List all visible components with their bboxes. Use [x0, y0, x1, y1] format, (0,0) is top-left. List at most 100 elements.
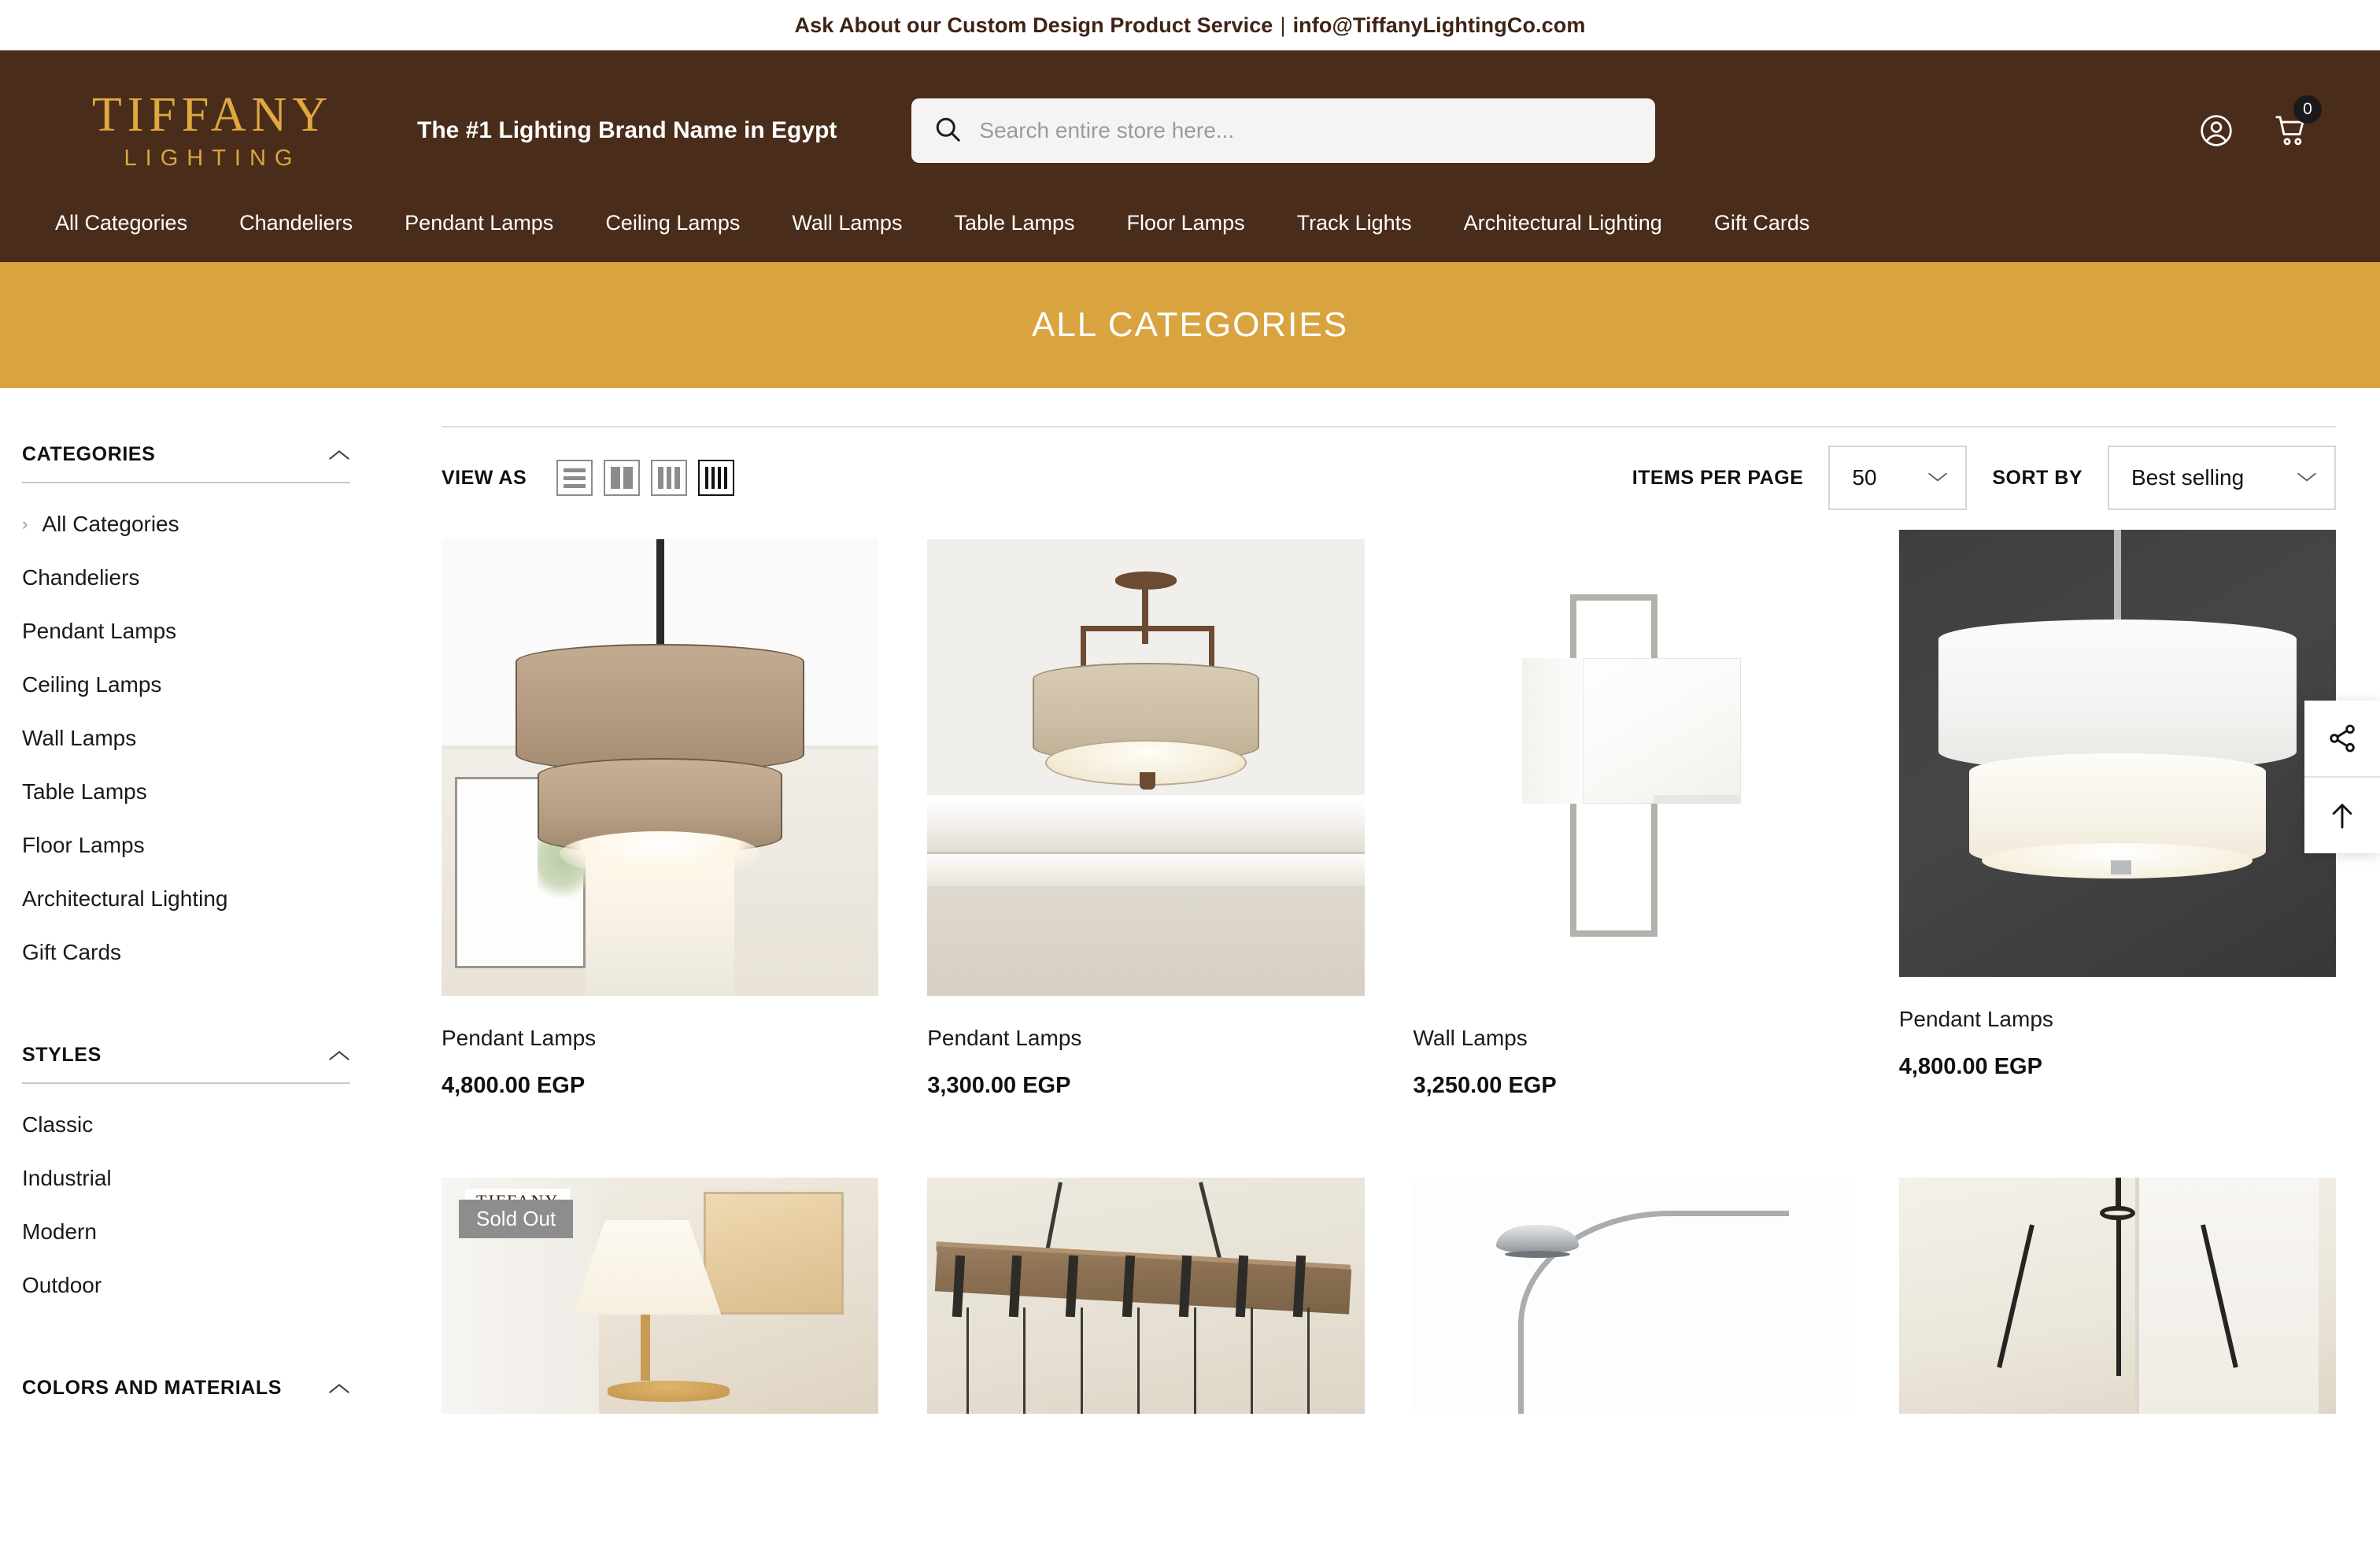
product-image[interactable]: TIFFANY Sold Out: [442, 1178, 879, 1414]
chevron-right-icon: ›: [22, 514, 28, 534]
arrow-up-icon[interactable]: [2304, 778, 2380, 853]
product-image[interactable]: [1898, 1178, 2336, 1414]
product-image[interactable]: [1898, 530, 2336, 977]
sidebar-item-table-lamps[interactable]: Table Lamps: [22, 765, 350, 819]
logo-subtitle: LIGHTING: [124, 145, 301, 171]
nav-item-track-lights[interactable]: Track Lights: [1271, 211, 1438, 235]
items-per-page-value: 50: [1852, 465, 1877, 490]
items-per-page-select[interactable]: 50: [1828, 446, 1968, 510]
product-card[interactable]: Pendant Lamps 4,800.00 EGP: [1898, 530, 2336, 1099]
cart-count-badge: 0: [2293, 95, 2322, 124]
page-title: ALL CATEGORIES: [1031, 305, 1349, 344]
chevron-down-icon: [1927, 468, 1948, 488]
nav-item-all-categories[interactable]: All Categories: [55, 211, 213, 235]
nav-item-gift-cards[interactable]: Gift Cards: [1688, 211, 1836, 235]
product-card[interactable]: Pendant Lamps 4,800.00 EGP: [442, 539, 879, 1099]
search-input[interactable]: [979, 118, 1634, 143]
filter-group-categories: CATEGORIES › All Categories Chandeliers …: [22, 426, 350, 979]
logo-title: TIFFANY: [91, 87, 334, 142]
styles-filter-header[interactable]: STYLES: [22, 1026, 350, 1067]
product-listing: VIEW AS ITEMS PER PAGE 50 SORT BY Best s…: [397, 388, 2380, 1414]
sort-by-select[interactable]: Best selling: [2108, 446, 2336, 510]
items-per-page-label: ITEMS PER PAGE: [1632, 466, 1804, 489]
colors-materials-filter-title: COLORS AND MATERIALS: [22, 1377, 283, 1399]
sidebar-item-chandeliers[interactable]: Chandeliers: [22, 551, 350, 605]
sidebar-item-gift-cards[interactable]: Gift Cards: [22, 926, 350, 979]
page-title-banner: ALL CATEGORIES: [0, 262, 2380, 388]
product-price: 3,300.00 EGP: [927, 1073, 1071, 1098]
nav-item-chandeliers[interactable]: Chandeliers: [213, 211, 379, 235]
status-badge: Sold Out: [459, 1200, 574, 1238]
nav-item-wall-lamps[interactable]: Wall Lamps: [766, 211, 928, 235]
pendant-lamp-beige-drum-image: [442, 539, 879, 996]
product-title[interactable]: Pendant Lamps: [1899, 1007, 2336, 1032]
colors-materials-filter-header[interactable]: COLORS AND MATERIALS: [22, 1359, 350, 1400]
product-card[interactable]: [1898, 1178, 2336, 1414]
header-icon-group: 0: [2199, 95, 2325, 149]
search-bar[interactable]: [911, 98, 1656, 163]
divider: [22, 1082, 350, 1084]
sidebar-item-modern[interactable]: Modern: [22, 1205, 350, 1259]
product-card[interactable]: Wall Lamps 3,250.00 EGP: [1413, 539, 1850, 1099]
filter-sidebar: CATEGORIES › All Categories Chandeliers …: [0, 388, 397, 1414]
product-image[interactable]: [442, 539, 879, 996]
sidebar-item-pendant-lamps[interactable]: Pendant Lamps: [22, 605, 350, 658]
product-grid-row-1: Pendant Lamps 4,800.00 EGP Pendant Lamps…: [442, 530, 2336, 1099]
sidebar-item-label: All Categories: [42, 512, 179, 536]
view-as-options: [556, 460, 735, 496]
product-title[interactable]: Wall Lamps: [1414, 1026, 1850, 1051]
nav-item-table-lamps[interactable]: Table Lamps: [928, 211, 1100, 235]
product-card[interactable]: [1413, 1178, 1850, 1414]
sidebar-item-floor-lamps[interactable]: Floor Lamps: [22, 819, 350, 872]
two-column-view-button[interactable]: [604, 460, 641, 496]
four-column-view-button[interactable]: [698, 460, 735, 496]
sidebar-item-architectural-lighting[interactable]: Architectural Lighting: [22, 872, 350, 926]
sidebar-item-wall-lamps[interactable]: Wall Lamps: [22, 712, 350, 765]
listing-toolbar: VIEW AS ITEMS PER PAGE 50 SORT BY Best s…: [442, 427, 2336, 528]
three-column-view-button[interactable]: [651, 460, 688, 496]
page-layout: CATEGORIES › All Categories Chandeliers …: [0, 388, 2380, 1414]
chevron-up-icon[interactable]: [328, 448, 350, 462]
list-view-button[interactable]: [556, 460, 593, 496]
product-image[interactable]: [927, 1178, 1365, 1414]
announcement-text: Ask About our Custom Design Product Serv…: [794, 13, 1273, 37]
announcement-email[interactable]: info@TiffanyLightingCo.com: [1293, 13, 1586, 38]
cart-icon[interactable]: 0: [2273, 95, 2322, 149]
account-icon[interactable]: [2199, 113, 2234, 148]
view-as-label: VIEW AS: [442, 466, 527, 489]
ceiling-semi-flush-lamp-image: [927, 539, 1365, 996]
sidebar-item-classic[interactable]: Classic: [22, 1098, 350, 1152]
categories-filter-title: CATEGORIES: [22, 443, 156, 465]
chevron-down-icon: [2297, 468, 2317, 488]
product-card[interactable]: Pendant Lamps 3,300.00 EGP: [927, 539, 1365, 1099]
product-title[interactable]: Pendant Lamps: [442, 1026, 878, 1051]
product-image[interactable]: [1413, 1178, 1850, 1414]
sidebar-item-all-categories[interactable]: › All Categories: [22, 497, 350, 551]
sidebar-item-industrial[interactable]: Industrial: [22, 1152, 350, 1205]
product-card[interactable]: [927, 1178, 1365, 1414]
product-image[interactable]: [1413, 539, 1850, 996]
product-grid-row-2: TIFFANY Sold Out: [442, 1178, 2336, 1414]
sidebar-item-outdoor[interactable]: Outdoor: [22, 1259, 350, 1312]
product-card[interactable]: TIFFANY Sold Out: [442, 1178, 879, 1414]
product-price: 4,800.00 EGP: [1898, 1054, 2042, 1079]
share-icon[interactable]: [2304, 701, 2380, 776]
product-image[interactable]: [927, 539, 1365, 996]
chevron-up-icon[interactable]: [328, 1049, 350, 1063]
filter-group-colors-materials: COLORS AND MATERIALS: [22, 1359, 350, 1400]
categories-filter-header[interactable]: CATEGORIES: [22, 426, 350, 466]
nav-item-floor-lamps[interactable]: Floor Lamps: [1101, 211, 1271, 235]
floating-action-panel: [2304, 701, 2380, 853]
site-logo[interactable]: TIFFANY LIGHTING: [55, 91, 370, 172]
styles-filter-list: Classic Industrial Modern Outdoor: [22, 1098, 350, 1312]
main-navigation: All Categories Chandeliers Pendant Lamps…: [0, 211, 2380, 262]
announcement-bar: Ask About our Custom Design Product Serv…: [0, 0, 2380, 50]
nav-item-architectural-lighting[interactable]: Architectural Lighting: [1438, 211, 1688, 235]
product-title[interactable]: Pendant Lamps: [927, 1026, 1364, 1051]
nav-item-pendant-lamps[interactable]: Pendant Lamps: [379, 211, 579, 235]
chevron-up-icon[interactable]: [328, 1381, 350, 1396]
sidebar-item-ceiling-lamps[interactable]: Ceiling Lamps: [22, 658, 350, 712]
divider: [22, 482, 350, 483]
wood-beam-linear-chandelier-image: [927, 1178, 1365, 1414]
nav-item-ceiling-lamps[interactable]: Ceiling Lamps: [579, 211, 766, 235]
